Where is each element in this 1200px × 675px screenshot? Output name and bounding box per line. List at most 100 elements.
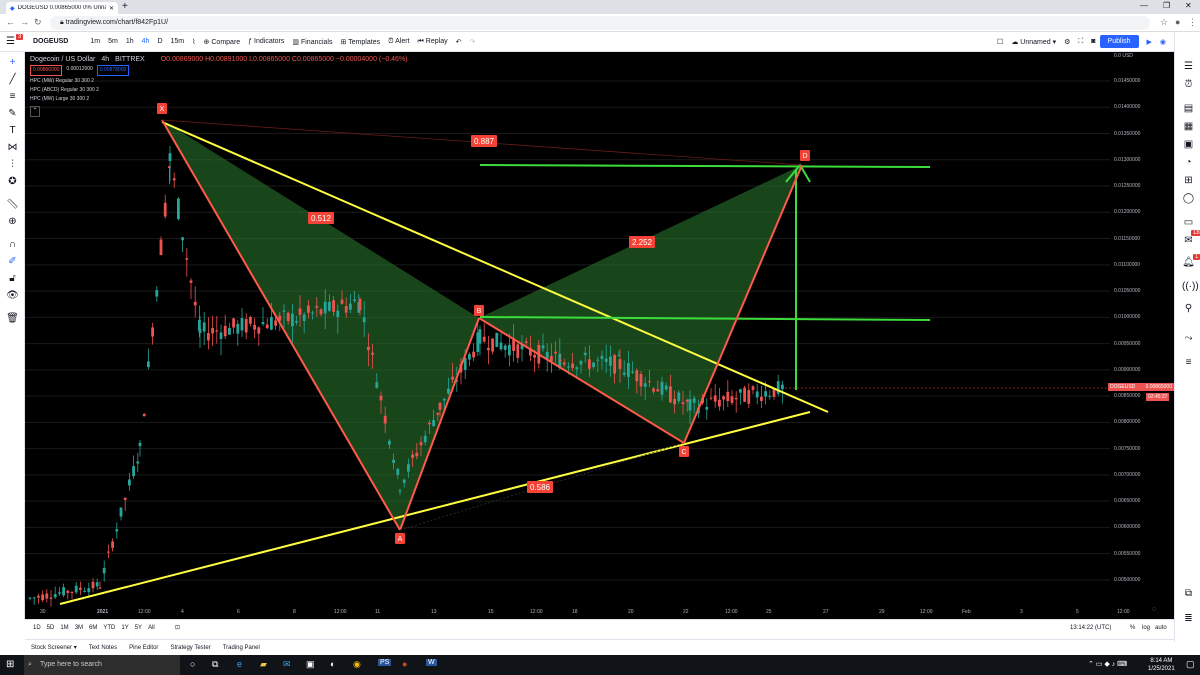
range-ytd[interactable]: YTD: [103, 625, 115, 631]
fullscreen-icon[interactable]: ⛶: [1074, 38, 1087, 46]
settings-gear-icon[interactable]: ⚙︎: [1060, 38, 1074, 46]
eye-icon[interactable]: 👁︎: [6, 289, 19, 302]
chrome-icon[interactable]: ◉: [353, 659, 361, 670]
ruler-icon[interactable]: 📏︎: [6, 198, 19, 211]
templates-button[interactable]: ⊞ Templates: [336, 38, 384, 46]
interval-1m[interactable]: 1m: [86, 38, 104, 45]
interval-1h[interactable]: 1h: [122, 38, 138, 45]
edge-icon[interactable]: e: [237, 659, 242, 669]
crosshair-icon[interactable]: +: [6, 56, 19, 69]
chart-canvas[interactable]: X A B C D 0.887 0.512 2.252 0.586: [25, 52, 1174, 619]
log-toggle[interactable]: log: [1142, 625, 1150, 631]
tab-strategy-tester[interactable]: Strategy Tester: [164, 645, 216, 651]
range-all[interactable]: All: [148, 625, 155, 631]
tab-trading-panel[interactable]: Trading Panel: [217, 645, 266, 651]
powerpoint-icon[interactable]: ●: [402, 659, 407, 669]
forward-icon[interactable]: →: [20, 17, 29, 27]
fib-icon[interactable]: ≡: [6, 90, 19, 103]
url-input[interactable]: 🔒︎ tradingview.com/chart/f842Fp1U/: [50, 16, 1150, 30]
broadcast-side-icon[interactable]: ((·)): [1182, 280, 1199, 293]
chats-icon[interactable]: ▭: [1182, 216, 1195, 229]
streams-icon[interactable]: ⊞: [1182, 174, 1195, 187]
media-icon[interactable]: ◐: [330, 659, 335, 669]
reload-icon[interactable]: ↻: [34, 17, 42, 28]
new-tab-button[interactable]: +: [122, 2, 128, 12]
interval-d[interactable]: D: [153, 38, 166, 45]
indicators-button[interactable]: ƒ Indicators: [244, 38, 288, 45]
magnet-icon[interactable]: ∩: [6, 238, 19, 251]
redo-icon[interactable]: ↷: [465, 38, 479, 46]
camera-icon[interactable]: ◙: [1087, 38, 1099, 45]
bid-box[interactable]: 0.00866000: [30, 65, 63, 76]
tab-pine-editor[interactable]: Pine Editor: [123, 645, 164, 651]
range-1m[interactable]: 1M: [60, 625, 68, 631]
ideas-icon[interactable]: ◔: [1182, 156, 1195, 169]
interval-5m[interactable]: 5m: [104, 38, 122, 45]
tab-text-notes[interactable]: Text Notes: [83, 645, 123, 651]
menu-dots-icon[interactable]: ⋮: [1188, 17, 1197, 28]
zoom-icon[interactable]: ⊕: [6, 215, 19, 228]
maximize-icon[interactable]: ❐: [1163, 1, 1170, 10]
browser-tab[interactable]: ◆ DOGEUSD 0.00865000 0% Unna ✕: [6, 2, 118, 14]
back-icon[interactable]: ←: [6, 17, 15, 27]
text-tool-icon[interactable]: T: [6, 124, 19, 137]
watchlist-icon[interactable]: ☰: [1182, 60, 1195, 73]
taskbar-search[interactable]: ⌕ Type here to search: [24, 655, 180, 675]
brush-icon[interactable]: ✎: [6, 107, 19, 120]
utc-clock[interactable]: 13:14:22 (UTC): [1070, 625, 1111, 631]
calendar-icon[interactable]: ▣: [1182, 138, 1195, 151]
chart-type-icon[interactable]: ⌇: [188, 38, 199, 46]
shapes-icon[interactable]: ✪: [6, 175, 19, 188]
profile-icon[interactable]: ●: [1175, 17, 1180, 27]
symbol-search[interactable]: DOGEUSD: [29, 38, 72, 45]
trash-icon[interactable]: 🗑︎: [6, 312, 19, 325]
alert-button[interactable]: ⏰︎ Alert: [384, 38, 413, 46]
range-6m[interactable]: 6M: [89, 625, 97, 631]
collapse-legend-icon[interactable]: ⌃: [30, 106, 40, 117]
pine-icon[interactable]: ⤳: [1182, 332, 1195, 345]
layers-icon[interactable]: ≣: [1182, 612, 1195, 625]
mail-icon[interactable]: ✉: [283, 659, 291, 670]
indicator-legend-2[interactable]: HPC (ABCD) Regular 30 300 2: [30, 86, 408, 95]
order-panel-icon[interactable]: ⚲: [1182, 302, 1195, 315]
tab-stock-screener[interactable]: Stock Screener ▾: [25, 644, 83, 651]
interval-15m[interactable]: 15m: [167, 38, 189, 45]
indicator-legend-1[interactable]: HPC (MW) Regular 30 300 2: [30, 77, 408, 86]
help-bulb-icon[interactable]: ◯: [1182, 192, 1195, 205]
close-tab-icon[interactable]: ✕: [109, 5, 114, 12]
axis-settings-icon[interactable]: ◌: [1152, 606, 1156, 613]
file-explorer-icon[interactable]: ▰: [260, 659, 267, 670]
undo-icon[interactable]: ↶: [452, 38, 466, 46]
indicator-legend-3[interactable]: HPC (MW) Large 30 300 2: [30, 95, 408, 104]
dom-icon[interactable]: ≡: [1182, 356, 1195, 369]
star-icon[interactable]: ☆: [1160, 17, 1168, 28]
task-view-icon[interactable]: ⧉: [212, 659, 218, 670]
forecast-icon[interactable]: ⫶: [6, 158, 19, 171]
stay-drawing-icon[interactable]: ✐: [6, 255, 19, 268]
word-icon[interactable]: W: [426, 659, 437, 666]
layout-icon[interactable]: ☐: [993, 38, 1007, 46]
compare-button[interactable]: ⊕ Compare: [200, 38, 245, 46]
publish-button[interactable]: Publish: [1099, 35, 1139, 48]
auto-toggle[interactable]: auto: [1155, 625, 1167, 631]
range-3m[interactable]: 3M: [75, 625, 83, 631]
object-tree-icon[interactable]: ⧉: [1182, 587, 1195, 600]
broadcast-icon[interactable]: ◉: [1156, 38, 1170, 46]
windows-start-icon[interactable]: ⊞: [6, 659, 14, 670]
interval-4h[interactable]: 4h: [138, 38, 154, 45]
system-tray-icons[interactable]: ⌃ ▭ ◆ ♪ ⌨︎: [1088, 660, 1127, 668]
data-window-icon[interactable]: ▤: [1182, 102, 1195, 115]
play-icon[interactable]: ▶: [1143, 38, 1156, 46]
close-window-icon[interactable]: ✕: [1185, 1, 1192, 10]
action-center-icon[interactable]: ▢: [1186, 659, 1195, 670]
pattern-icon[interactable]: ⋈: [6, 141, 19, 154]
trend-line-icon[interactable]: ╱: [6, 73, 19, 86]
layout-name[interactable]: ☁︎ Unnamed ▾: [1007, 38, 1060, 46]
store-icon[interactable]: ▣: [306, 659, 315, 670]
range-1y[interactable]: 1Y: [121, 625, 128, 631]
minimize-icon[interactable]: —: [1140, 1, 1148, 10]
taskbar-clock[interactable]: 8:14 AM 1/25/2021: [1148, 657, 1175, 673]
ps-app-icon[interactable]: PS: [378, 659, 392, 666]
cortana-icon[interactable]: ○: [190, 659, 195, 669]
alerts-clock-icon[interactable]: ⏰︎: [1182, 78, 1195, 91]
